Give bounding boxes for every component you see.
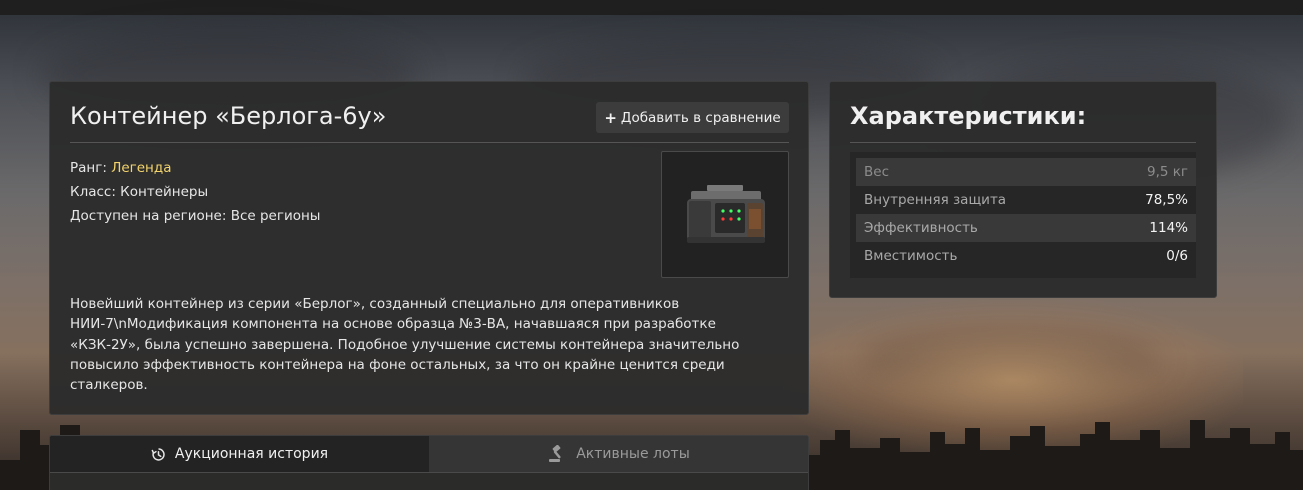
- title-divider: [70, 142, 789, 143]
- stat-row-internal-protection: Внутренняя защита 78,5%: [856, 186, 1196, 214]
- stats-table: Вес 9,5 кг Внутренняя защита 78,5% Эффек…: [856, 158, 1196, 270]
- rank-label: Ранг:: [70, 160, 107, 176]
- stat-value: 78,5%: [1145, 192, 1188, 208]
- stat-value: 9,5 кг: [1146, 164, 1188, 180]
- item-panel: Контейнер «Берлога-6у» + Добавить в срав…: [49, 81, 809, 415]
- item-info: Ранг: Легенда Класс: Контейнеры Доступен…: [70, 156, 320, 228]
- rank-value: Легенда: [111, 160, 172, 176]
- stat-value: 0/6: [1166, 248, 1188, 264]
- stat-value: 114%: [1149, 220, 1188, 236]
- stat-row-capacity: Вместимость 0/6: [856, 242, 1196, 270]
- class-line: Класс: Контейнеры: [70, 184, 209, 200]
- characteristics-panel: Характеристики: Вес 9,5 кг Внутренняя за…: [829, 81, 1217, 298]
- characteristics-divider: [850, 142, 1196, 143]
- rank-line: Ранг: Легенда: [70, 156, 320, 180]
- plus-icon: +: [604, 108, 617, 127]
- history-tabs-panel: Аукционная история Активные лоты: [49, 435, 809, 490]
- characteristics-title: Характеристики:: [850, 102, 1087, 130]
- stat-name: Эффективность: [864, 220, 978, 236]
- item-description: Новейший контейнер из серии «Берлог», со…: [70, 296, 740, 394]
- tab-auction-history-label: Аукционная история: [174, 446, 329, 462]
- tab-active-lots[interactable]: Активные лоты: [429, 436, 808, 472]
- tab-auction-history[interactable]: Аукционная история: [50, 436, 429, 472]
- region-line: Доступен на регионе: Все регионы: [70, 208, 321, 224]
- stat-name: Вместимость: [864, 248, 958, 264]
- stat-row-efficiency: Эффективность 114%: [856, 214, 1196, 242]
- gavel-icon: [549, 445, 561, 462]
- item-image: [661, 151, 789, 278]
- history-icon: [151, 447, 165, 461]
- tab-active-lots-label: Активные лоты: [576, 446, 690, 462]
- stat-name: Вес: [864, 164, 889, 180]
- stat-row-weight: Вес 9,5 кг: [856, 158, 1196, 186]
- tabs-bar: Аукционная история Активные лоты: [50, 436, 808, 473]
- add-to-compare-button[interactable]: + Добавить в сравнение: [596, 102, 789, 133]
- stat-name: Внутренняя защита: [864, 192, 1007, 208]
- container-icon: [687, 184, 765, 243]
- top-bar: [0, 0, 1303, 15]
- add-to-compare-label: Добавить в сравнение: [620, 109, 781, 126]
- item-title: Контейнер «Берлога-6у»: [70, 102, 387, 130]
